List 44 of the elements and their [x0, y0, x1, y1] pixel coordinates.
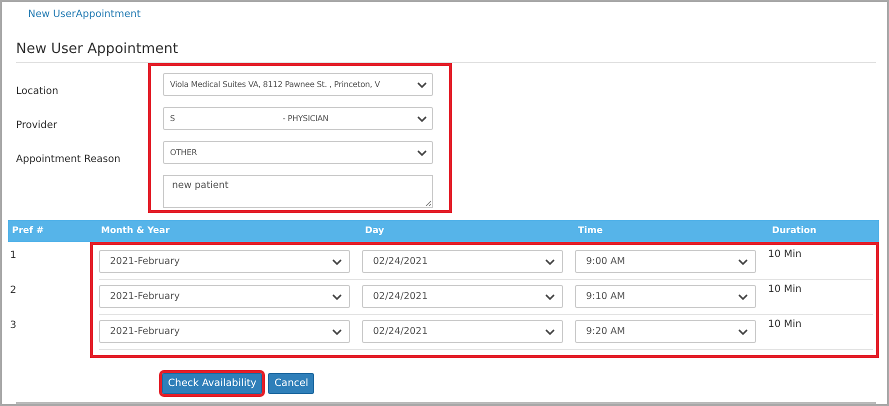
pref-number: 1 — [10, 250, 16, 261]
month-select[interactable]: 2021-February — [99, 320, 350, 343]
column-header: Month & Year — [101, 226, 170, 236]
duration-text: 10 Min — [768, 284, 802, 295]
page-title: New User Appointment — [16, 41, 876, 63]
field-label: Provider — [16, 120, 58, 130]
time-select[interactable]: 9:00 AM — [575, 250, 756, 273]
field-label: Appointment Reason — [16, 154, 120, 164]
chevron-down-icon — [417, 82, 427, 88]
chevron-down-icon — [738, 294, 748, 300]
chevron-down-icon — [417, 116, 427, 122]
chevron-down-icon — [545, 258, 555, 264]
cancel-button[interactable]: Cancel — [268, 373, 314, 394]
column-header: Duration — [772, 226, 816, 236]
month-select[interactable]: 2021-February — [99, 250, 350, 273]
day-select[interactable]: 02/24/2021 — [362, 320, 563, 343]
chevron-down-icon — [738, 328, 748, 334]
chevron-down-icon — [332, 258, 342, 264]
day-select[interactable]: 02/24/2021 — [362, 250, 563, 273]
dropdown-select[interactable]: Viola Medical Suites VA, 8112 Pawnee St. , Princeton, V — [163, 73, 433, 96]
duration-text: 10 Min — [768, 319, 802, 330]
duration-text: 10 Min — [768, 249, 802, 260]
text-area[interactable]: new patient — [163, 175, 433, 208]
chevron-down-icon — [545, 294, 555, 300]
column-header: Pref # — [12, 226, 44, 236]
day-select[interactable]: 02/24/2021 — [362, 285, 563, 308]
time-select[interactable]: 9:10 AM — [575, 285, 756, 308]
chevron-down-icon — [332, 294, 342, 300]
check-availability-button[interactable]: Check Availability — [162, 373, 262, 394]
chevron-down-icon — [332, 328, 342, 334]
field-label: Location — [16, 86, 58, 96]
chevron-down-icon — [738, 258, 748, 264]
pref-number: 3 — [10, 320, 16, 331]
breadcrumb-link[interactable]: New UserAppointment — [28, 9, 141, 20]
resize-grip-icon — [425, 200, 431, 206]
chevron-down-icon — [417, 150, 427, 156]
time-select[interactable]: 9:20 AM — [575, 320, 756, 343]
dropdown-select[interactable]: S - PHYSICIAN — [163, 107, 433, 130]
pref-number: 2 — [10, 285, 16, 296]
dropdown-select[interactable]: OTHER — [163, 141, 433, 164]
chevron-down-icon — [545, 328, 555, 334]
month-select[interactable]: 2021-February — [99, 285, 350, 308]
column-header: Day — [365, 226, 384, 236]
column-header: Time — [578, 226, 603, 236]
